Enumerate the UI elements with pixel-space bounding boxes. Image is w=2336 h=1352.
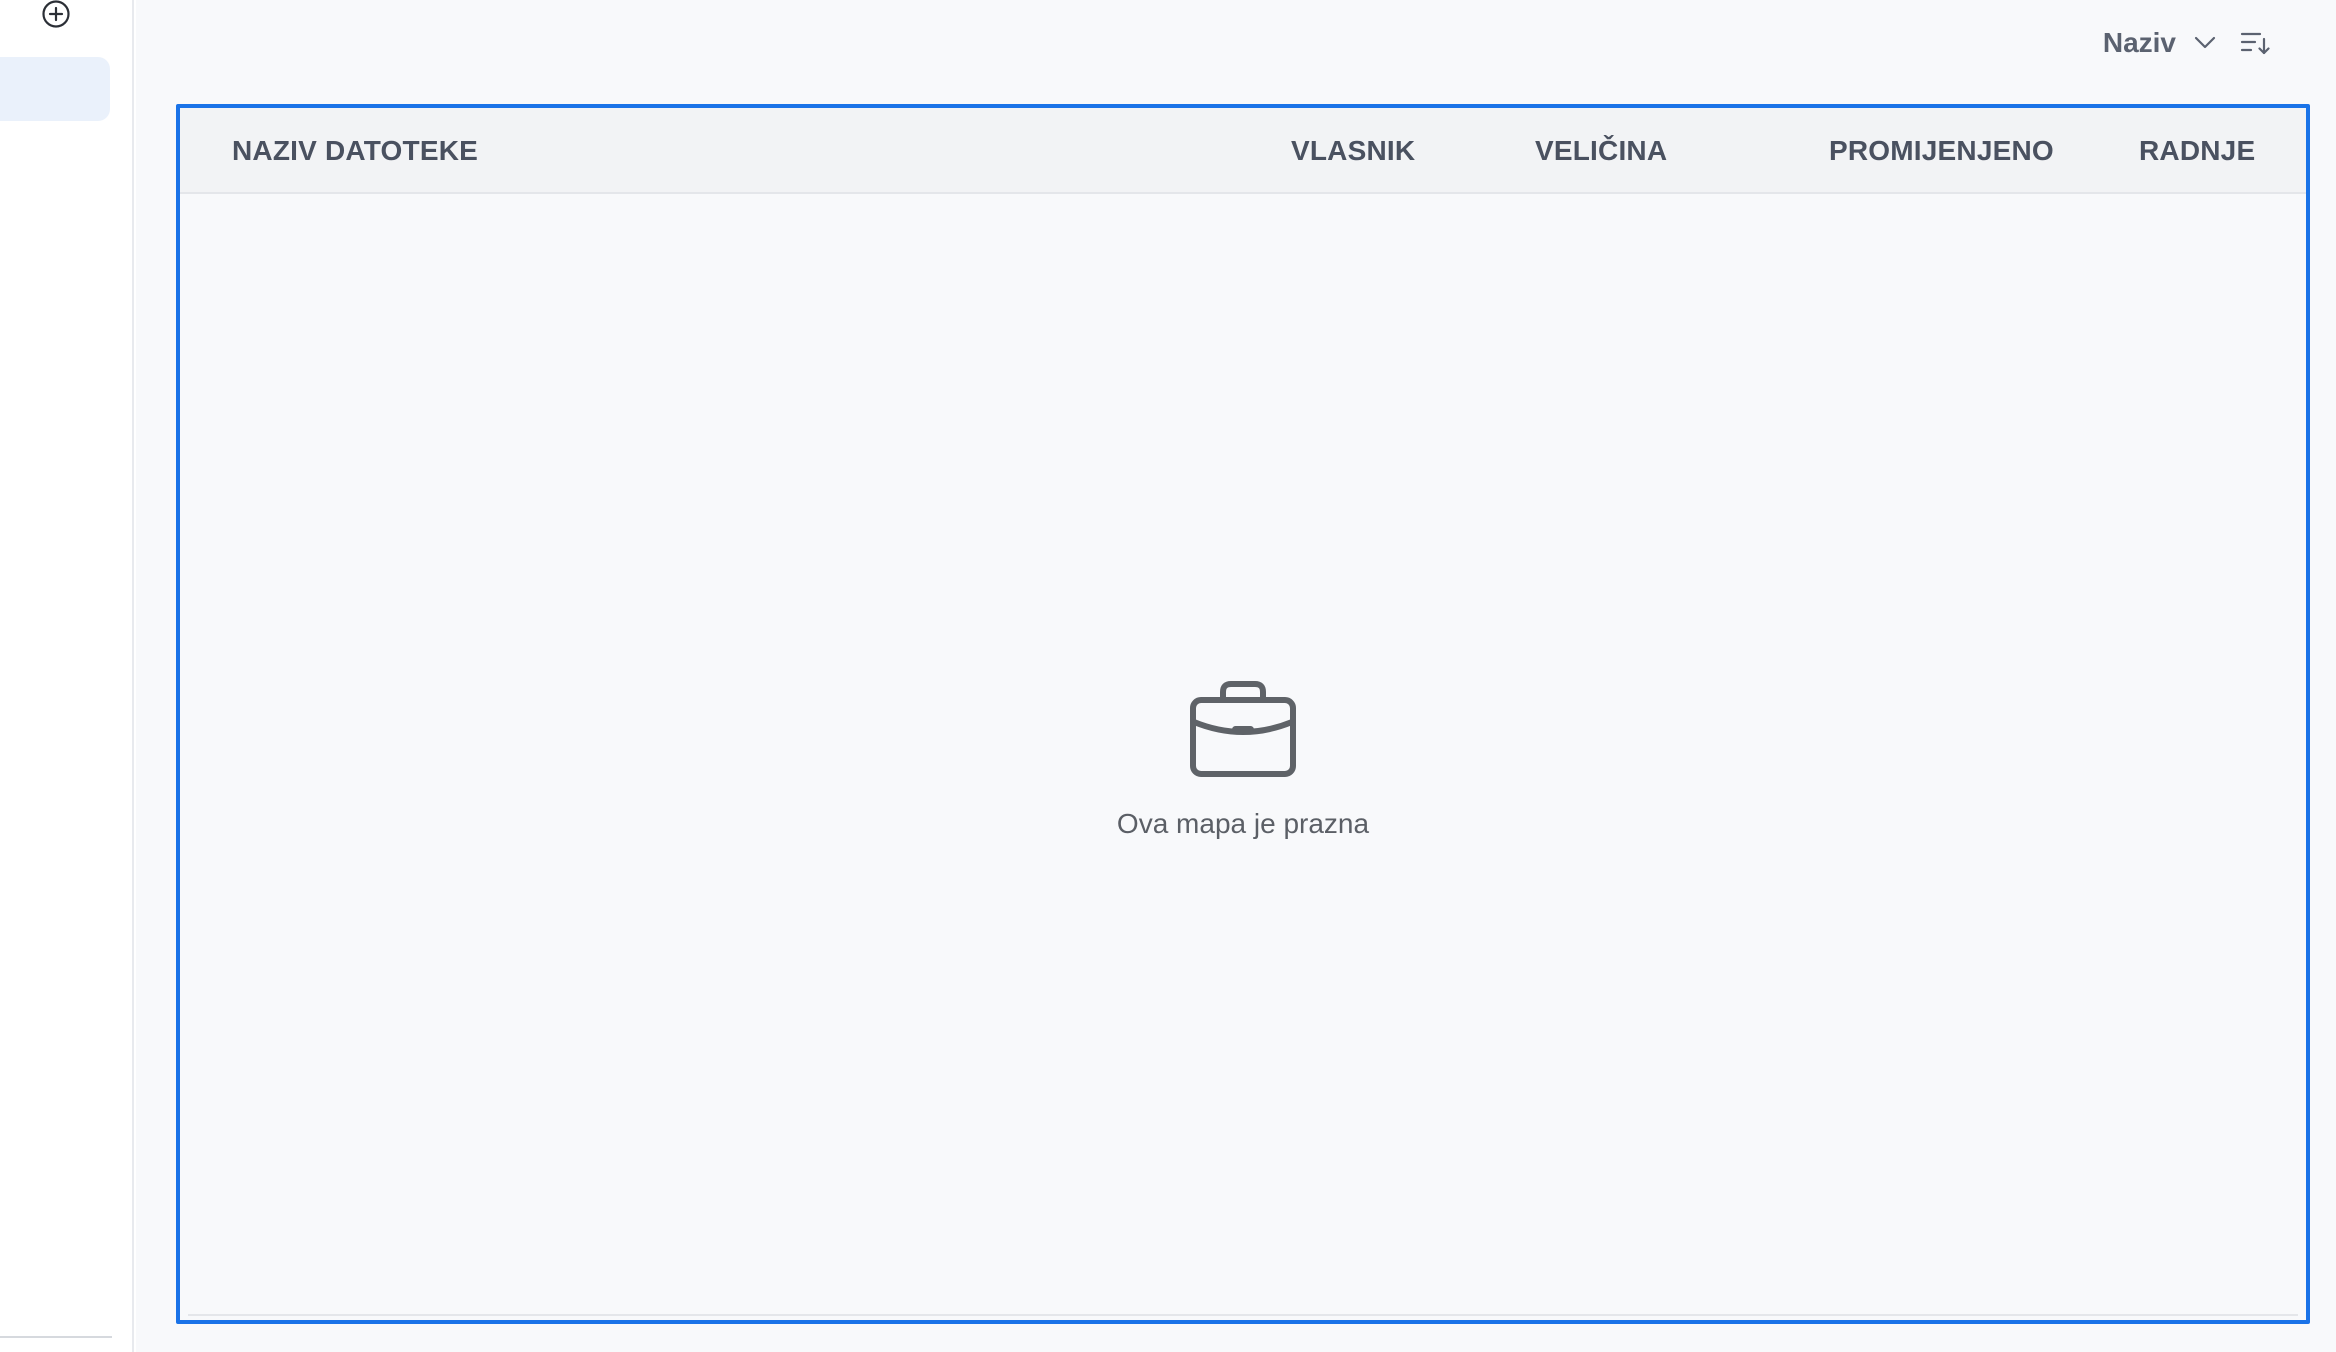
new-button[interactable] bbox=[40, 0, 72, 30]
briefcase-icon bbox=[1187, 678, 1299, 780]
column-header-modified[interactable]: PROMIJENJENO bbox=[1829, 108, 2054, 194]
sort-bar: Naziv bbox=[2103, 22, 2272, 64]
column-header-actions: RADNJE bbox=[2139, 135, 2256, 166]
sidebar bbox=[0, 0, 134, 1352]
column-header-size[interactable]: VELIČINA bbox=[1535, 108, 1667, 194]
empty-message: Ova mapa je prazna bbox=[1116, 808, 1370, 839]
main-content: Naziv NAZIV DATOTEKE VLASNIK VELIČINA PR… bbox=[136, 0, 2336, 1352]
sort-direction-button[interactable] bbox=[2238, 26, 2272, 60]
table-divider bbox=[188, 1314, 2298, 1316]
sort-descending-icon bbox=[2240, 32, 2270, 55]
file-table: NAZIV DATOTEKE VLASNIK VELIČINA PROMIJEN… bbox=[176, 104, 2310, 1324]
sidebar-item-active[interactable] bbox=[0, 57, 110, 121]
sort-field-select[interactable]: Naziv bbox=[2103, 27, 2216, 59]
plus-circle-icon bbox=[42, 0, 70, 28]
sidebar-divider bbox=[0, 1336, 112, 1338]
column-header-owner[interactable]: VLASNIK bbox=[1291, 108, 1415, 194]
column-header-file-name[interactable]: NAZIV DATOTEKE bbox=[232, 108, 478, 194]
chevron-down-icon bbox=[2194, 36, 2216, 49]
app-window: Naziv NAZIV DATOTEKE VLASNIK VELIČINA PR… bbox=[0, 0, 2336, 1352]
empty-state: Ova mapa je prazna bbox=[180, 678, 2306, 840]
table-header: NAZIV DATOTEKE VLASNIK VELIČINA PROMIJEN… bbox=[180, 108, 2306, 194]
sort-field-label: Naziv bbox=[2102, 27, 2176, 58]
